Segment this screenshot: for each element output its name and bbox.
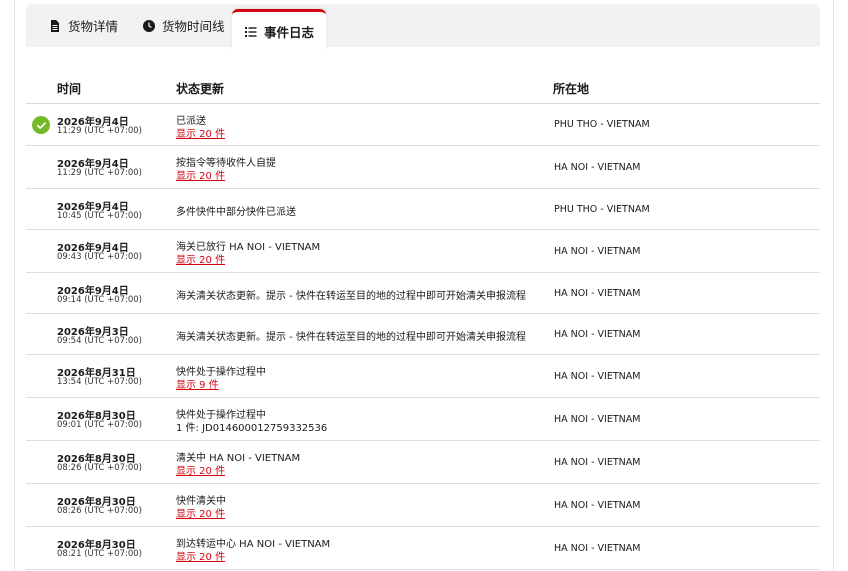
table-body: 2026年9月4日 11:29 (UTC +07:00) 已派送 显示 20 件 PHU… bbox=[26, 104, 820, 570]
delivered-check-icon bbox=[32, 116, 50, 134]
header-time: 时间 bbox=[57, 82, 82, 96]
event-status: 海关清关状态更新。提示 - 快件在转运至目的地的过程中即可开始清关申报流程 bbox=[176, 332, 526, 343]
event-location: HA NOI - VIETNAM bbox=[554, 500, 641, 511]
tab-event-log[interactable]: 事件日志 bbox=[232, 9, 326, 51]
show-pieces-link[interactable]: 显示 20 件 bbox=[176, 125, 225, 140]
event-location: HA NOI - VIETNAM bbox=[554, 162, 641, 173]
show-pieces-link[interactable]: 显示 20 件 bbox=[176, 505, 225, 520]
event-time: 09:54 (UTC +07:00) bbox=[57, 336, 142, 346]
tab-label: 事件日志 bbox=[263, 25, 314, 40]
event-location: HA NOI - VIETNAM bbox=[554, 414, 641, 425]
show-pieces-link[interactable]: 显示 20 件 bbox=[176, 251, 225, 266]
event-time: 09:14 (UTC +07:00) bbox=[57, 295, 142, 305]
event-log-table: 时间 状态更新 所在地 2026年9月4日 11:29 (UTC +07:00) 已… bbox=[26, 72, 820, 570]
event-location: HA NOI - VIETNAM bbox=[554, 543, 641, 554]
table-row: 2026年8月30日 09:01 (UTC +07:00) 快件处于操作过程中 1 件… bbox=[26, 398, 820, 441]
event-time: 09:01 (UTC +07:00) bbox=[57, 420, 142, 430]
event-time: 08:26 (UTC +07:00) bbox=[57, 506, 142, 516]
header-status: 状态更新 bbox=[176, 82, 225, 96]
event-time: 08:21 (UTC +07:00) bbox=[57, 549, 142, 559]
tab-shipment-timeline[interactable]: 货物时间线 bbox=[142, 4, 225, 47]
piece-id: 1 件: JD014600012759332536 bbox=[176, 423, 328, 434]
table-row: 2026年9月4日 11:29 (UTC +07:00) 按指令等待收件人自提 显示 … bbox=[26, 146, 820, 189]
tab-label: 货物详情 bbox=[68, 19, 119, 34]
table-row: 2026年9月4日 09:43 (UTC +07:00) 海关已放行 HA NOI … bbox=[26, 230, 820, 273]
table-row: 2026年9月4日 11:29 (UTC +07:00) 已派送 显示 20 件 PHU… bbox=[26, 104, 820, 146]
event-time: 13:54 (UTC +07:00) bbox=[57, 377, 142, 387]
event-time: 11:29 (UTC +07:00) bbox=[57, 126, 142, 136]
event-time: 09:43 (UTC +07:00) bbox=[57, 252, 142, 262]
event-status: 多件快件中部分快件已派送 bbox=[176, 207, 296, 218]
header-location: 所在地 bbox=[553, 82, 590, 96]
event-location: PHU THO - VIETNAM bbox=[554, 119, 650, 130]
event-time: 08:26 (UTC +07:00) bbox=[57, 463, 142, 473]
event-location: HA NOI - VIETNAM bbox=[554, 329, 641, 340]
table-row: 2026年8月30日 08:21 (UTC +07:00) 到达转运中心 HA NO… bbox=[26, 527, 820, 570]
show-pieces-link[interactable]: 显示 9 件 bbox=[176, 376, 219, 391]
show-pieces-link[interactable]: 显示 20 件 bbox=[176, 167, 225, 182]
table-header: 时间 状态更新 所在地 bbox=[26, 72, 820, 104]
event-location: PHU THO - VIETNAM bbox=[554, 204, 650, 215]
tab-label: 货物时间线 bbox=[162, 19, 225, 34]
table-row: 2026年9月3日 09:54 (UTC +07:00) 海关清关状态更新。提示 -… bbox=[26, 314, 820, 355]
table-row: 2026年9月4日 10:45 (UTC +07:00) 多件快件中部分快件已派送 P… bbox=[26, 189, 820, 230]
show-pieces-link[interactable]: 显示 20 件 bbox=[176, 462, 225, 477]
table-row: 2026年8月31日 13:54 (UTC +07:00) 快件处于操作过程中 显示 … bbox=[26, 355, 820, 398]
event-status: 海关清关状态更新。提示 - 快件在转运至目的地的过程中即可开始清关申报流程 bbox=[176, 291, 526, 302]
table-row: 2026年9月4日 09:14 (UTC +07:00) 海关清关状态更新。提示 -… bbox=[26, 273, 820, 314]
tab-shipment-details[interactable]: 货物详情 bbox=[48, 4, 118, 47]
list-icon bbox=[244, 25, 258, 39]
event-location: HA NOI - VIETNAM bbox=[554, 457, 641, 468]
event-location: HA NOI - VIETNAM bbox=[554, 371, 641, 382]
event-location: HA NOI - VIETNAM bbox=[554, 288, 641, 299]
event-time: 11:29 (UTC +07:00) bbox=[57, 168, 142, 178]
clock-icon bbox=[142, 19, 156, 33]
table-row: 2026年8月30日 08:26 (UTC +07:00) 清关中 HA NOI -… bbox=[26, 441, 820, 484]
show-pieces-link[interactable]: 显示 20 件 bbox=[176, 548, 225, 563]
table-row: 2026年8月30日 08:26 (UTC +07:00) 快件清关中 显示 20 件… bbox=[26, 484, 820, 527]
document-icon bbox=[48, 19, 62, 33]
event-location: HA NOI - VIETNAM bbox=[554, 246, 641, 257]
tab-bar: 货物详情 货物时间线 事件日志 bbox=[26, 4, 820, 51]
event-time: 10:45 (UTC +07:00) bbox=[57, 211, 142, 221]
